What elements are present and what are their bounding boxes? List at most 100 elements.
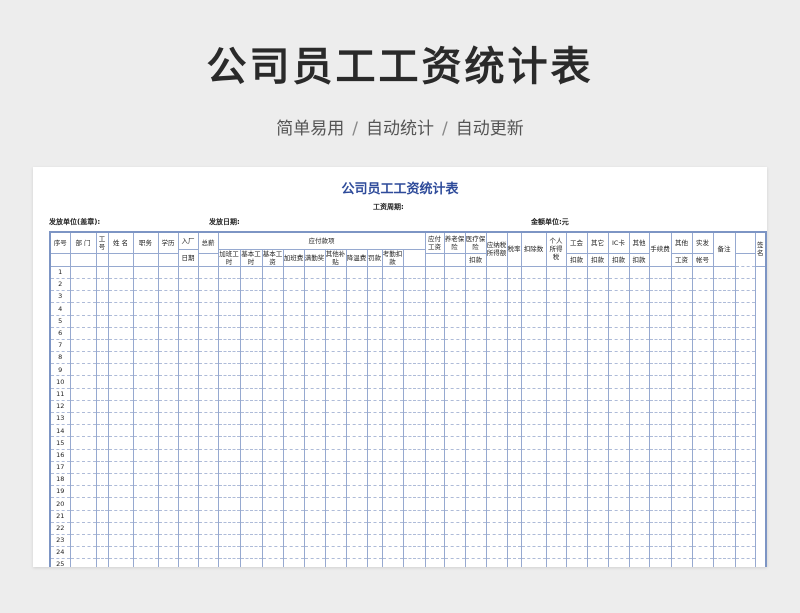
table-cell (177, 314, 199, 328)
table-cell (506, 326, 522, 340)
table-cell (628, 509, 650, 523)
table-cell (132, 533, 159, 548)
table-cell (520, 363, 547, 377)
table-cell (586, 558, 609, 567)
table-cell (303, 387, 326, 401)
table-cell (424, 546, 445, 560)
table-cell (381, 533, 404, 548)
table-cell (132, 302, 159, 316)
row-number: 13 (49, 411, 71, 426)
table-cell (239, 424, 263, 438)
table-cell (734, 277, 756, 292)
table-cell (648, 277, 672, 292)
table-cell (520, 399, 547, 414)
table-cell (424, 314, 445, 328)
table-cell (565, 509, 588, 523)
table-cell (69, 351, 97, 365)
table-cell (670, 472, 693, 487)
table-cell (217, 290, 241, 304)
table-cell (303, 424, 326, 438)
table-cell (217, 485, 241, 499)
table-cell (381, 411, 404, 426)
table-cell (628, 338, 650, 353)
table-cell (197, 411, 219, 426)
table-cell (648, 509, 672, 523)
table-cell (424, 509, 445, 523)
table-cell (443, 509, 466, 523)
row-number: 20 (49, 497, 71, 511)
table-cell (345, 411, 368, 426)
table-row: 16 (49, 448, 766, 462)
row-number: 1 (49, 265, 71, 279)
table-cell (734, 472, 756, 487)
table-cell (565, 411, 588, 426)
table-cell (132, 351, 159, 365)
table-cell (345, 265, 368, 279)
table-cell (282, 533, 305, 548)
table-cell (402, 497, 426, 511)
table-cell (132, 497, 159, 511)
table-cell (303, 326, 326, 340)
table-cell (586, 375, 609, 389)
page-subtitle: 简单易用 / 自动统计 / 自动更新 (0, 114, 800, 139)
table-cell (381, 460, 404, 474)
table-cell (157, 497, 179, 511)
table-cell (157, 424, 179, 438)
table-cell (381, 399, 404, 414)
table-cell (670, 387, 693, 401)
header-cooling-fee: 降温费 (345, 248, 368, 267)
table-cell (628, 290, 650, 304)
table-cell (712, 302, 736, 316)
table-cell (607, 558, 630, 567)
table-cell (402, 521, 426, 535)
table-cell (345, 424, 368, 438)
table-cell (545, 351, 567, 365)
table-cell (381, 302, 404, 316)
table-cell (424, 351, 445, 365)
table-cell (648, 338, 672, 353)
header-union-sub: 扣款 (464, 252, 487, 267)
table-cell (691, 411, 714, 426)
table-cell (217, 314, 241, 328)
header-fine: 罚款 (366, 248, 383, 267)
table-cell (648, 314, 672, 328)
table-cell (107, 265, 134, 279)
table-row: 24 (49, 546, 766, 560)
table-cell (565, 302, 588, 316)
table-cell (443, 277, 466, 292)
table-cell (648, 436, 672, 450)
header-pension: 养老保险 (443, 231, 466, 254)
table-cell (565, 290, 588, 304)
table-cell (734, 448, 756, 462)
table-cell (545, 411, 567, 426)
table-row: 20 (49, 497, 766, 511)
table-cell (648, 351, 672, 365)
table-cell (424, 338, 445, 353)
header-blank-extra (402, 248, 426, 267)
table-cell (691, 326, 714, 340)
row-number: 24 (49, 546, 71, 560)
table-cell (282, 375, 305, 389)
table-cell (177, 290, 199, 304)
table-cell (107, 351, 134, 365)
table-cell (520, 460, 547, 474)
table-cell (734, 290, 756, 304)
table-cell (402, 326, 426, 340)
table-cell (324, 521, 347, 535)
table-cell (107, 387, 134, 401)
table-cell (217, 387, 241, 401)
table-cell (177, 387, 199, 401)
table-cell (303, 411, 326, 426)
table-cell (485, 375, 508, 389)
table-cell (464, 302, 487, 316)
table-cell (607, 277, 630, 292)
sheet-title: 公司员工工资统计表 (341, 182, 459, 197)
header-other-sub: 扣款 (565, 252, 588, 267)
table-cell (464, 424, 487, 438)
table-cell (177, 558, 199, 567)
row-number: 3 (49, 290, 71, 304)
table-cell (381, 485, 404, 499)
table-row: 14 (49, 424, 766, 438)
table-cell (565, 277, 588, 292)
table-cell (712, 314, 736, 328)
